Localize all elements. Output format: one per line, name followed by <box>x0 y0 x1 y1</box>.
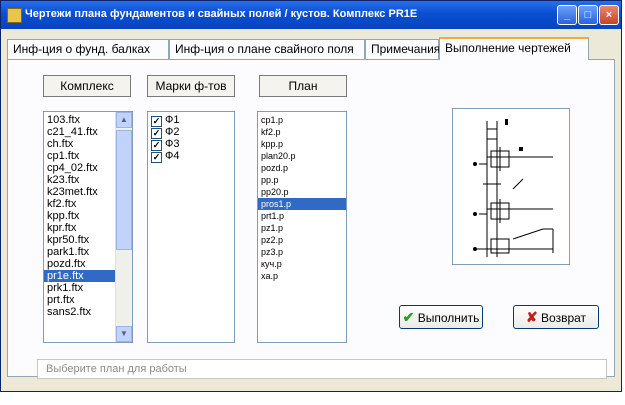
mark-label: Ф3 <box>165 138 180 150</box>
foundation-plan-drawing <box>473 119 554 257</box>
plan-list-item[interactable]: cp1.p <box>258 114 346 126</box>
scroll-up-icon[interactable]: ▲ <box>116 112 132 128</box>
plan-list-item[interactable]: куч.p <box>258 258 346 270</box>
mark-label: Ф4 <box>165 150 180 162</box>
plan-list-item[interactable]: pozd.p <box>258 162 346 174</box>
plan-list-item[interactable]: plan20.p <box>258 150 346 162</box>
mark-checkbox-item[interactable]: ✓ Ф2 <box>148 126 234 139</box>
window-title: Чертежи плана фундаментов и свайных поле… <box>25 8 418 20</box>
plan-preview <box>452 108 570 265</box>
mark-label: Ф2 <box>165 126 180 138</box>
scroll-thumb[interactable] <box>116 130 132 250</box>
plan-list-item[interactable]: pz3.p <box>258 246 346 258</box>
mark-checkbox-item[interactable]: ✓ Ф4 <box>148 150 234 163</box>
plan-list[interactable]: cp1.p kf2.p kpp.p plan20.p pozd.p pp.p pp20.p p… <box>257 111 347 343</box>
tab-pile-field-plan[interactable]: Инф-ция о плане свайного поля <box>169 39 365 59</box>
marks-button[interactable]: Марки ф-тов <box>147 75 235 97</box>
checkbox-icon[interactable]: ✓ <box>151 152 162 163</box>
plan-list-item[interactable]: pz2.p <box>258 234 346 246</box>
marks-list[interactable]: ✓ Ф1 ✓ Ф2 ✓ Ф3 ✓ Ф4 <box>147 111 235 343</box>
complex-scrollbar[interactable]: ▲ ▼ <box>115 112 132 342</box>
minimize-button[interactable]: _ <box>557 5 577 25</box>
tab-fund-beams[interactable]: Инф-ция о фунд. балках <box>7 39 169 59</box>
plan-button[interactable]: План <box>259 75 347 97</box>
plan-list-item[interactable]: pros1.p <box>258 198 346 210</box>
main-window: Чертежи плана фундаментов и свайных поле… <box>0 0 622 392</box>
execute-button[interactable]: ✔ Выполнить <box>399 305 483 329</box>
title-bar[interactable]: Чертежи плана фундаментов и свайных поле… <box>1 1 621 29</box>
return-label: Возврат <box>541 311 587 325</box>
mark-checkbox-item[interactable]: ✓ Ф3 <box>148 138 234 151</box>
mark-label: Ф1 <box>165 114 180 126</box>
plan-list-item[interactable]: kf2.p <box>258 126 346 138</box>
plan-list-item[interactable]: prt1.p <box>258 210 346 222</box>
plan-list-item[interactable]: kpp.p <box>258 138 346 150</box>
scroll-down-icon[interactable]: ▼ <box>116 326 132 342</box>
maximize-button[interactable]: □ <box>578 5 598 25</box>
tab-notes[interactable]: Примечания <box>365 39 440 59</box>
mark-checkbox-item[interactable]: ✓ Ф1 <box>148 114 234 127</box>
plan-list-item[interactable]: pp.p <box>258 174 346 186</box>
close-button[interactable]: × <box>599 5 619 25</box>
complex-button[interactable]: Комплекс <box>43 75 131 97</box>
app-icon <box>7 8 22 23</box>
plan-list-item[interactable]: xa.p <box>258 270 346 282</box>
tab-drawings[interactable]: Выполнение чертежей <box>439 37 589 60</box>
execute-label: Выполнить <box>417 311 480 325</box>
cross-icon: ✘ <box>525 309 538 325</box>
complex-list[interactable]: 103.ftx c21_41.ftx ch.ftx cp1.ftx cp4_02.ftx… <box>43 111 133 343</box>
plan-list-item[interactable]: pp20.p <box>258 186 346 198</box>
return-button[interactable]: ✘ Возврат <box>513 305 599 329</box>
status-field: Выберите план для работы <box>37 359 607 379</box>
check-icon: ✔ <box>402 309 415 325</box>
plan-list-item[interactable]: pz1.p <box>258 222 346 234</box>
